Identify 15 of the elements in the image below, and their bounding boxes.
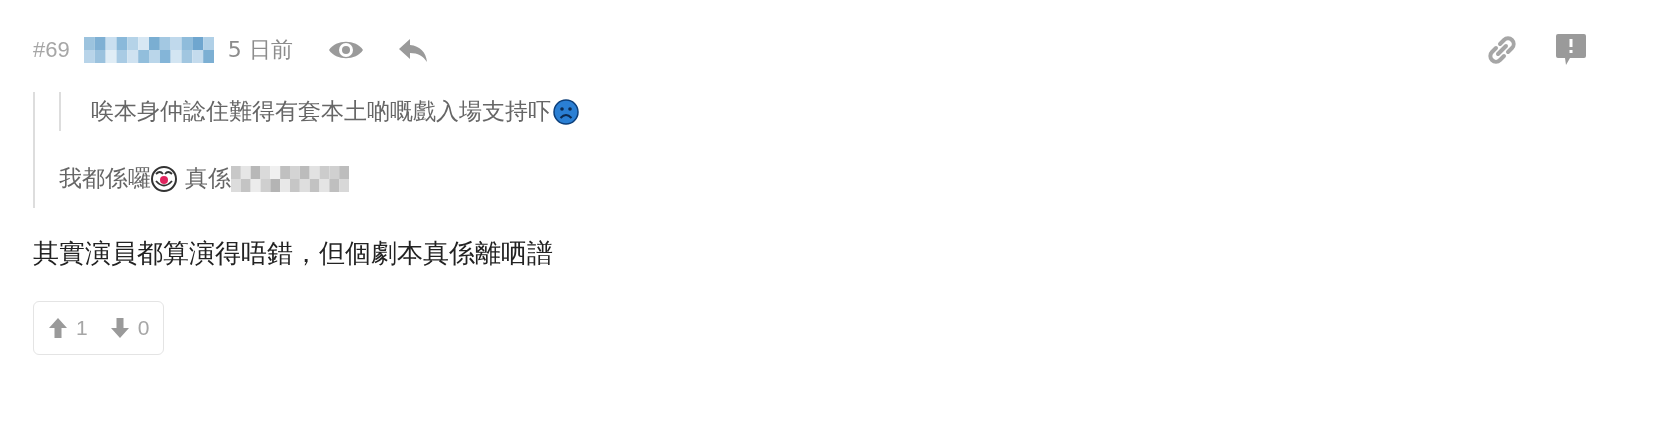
sad-face-icon: [553, 98, 579, 125]
post-body: 其實演員都算演得唔錯，但個劇本真係離哂譜: [33, 237, 554, 270]
down-arrow-icon: [109, 317, 130, 339]
vote-button[interactable]: 1: [44, 316, 92, 340]
nested-quote-text: 唉本身仲諗住難得有套本土啲嘅戲入場支持吓: [91, 97, 551, 126]
quote-text: 真係: [185, 164, 231, 193]
reply-icon[interactable]: [397, 37, 428, 63]
post-time: 5 日前: [227, 36, 293, 64]
post-number: #69: [33, 37, 70, 63]
vote-button[interactable]: 0: [105, 316, 154, 340]
clown-face-icon: [151, 165, 177, 192]
up-arrow-icon: [48, 317, 68, 339]
quote-text: 我都係囉: [59, 164, 151, 193]
report-icon[interactable]: [1555, 33, 1587, 67]
link-icon[interactable]: [1487, 35, 1517, 65]
